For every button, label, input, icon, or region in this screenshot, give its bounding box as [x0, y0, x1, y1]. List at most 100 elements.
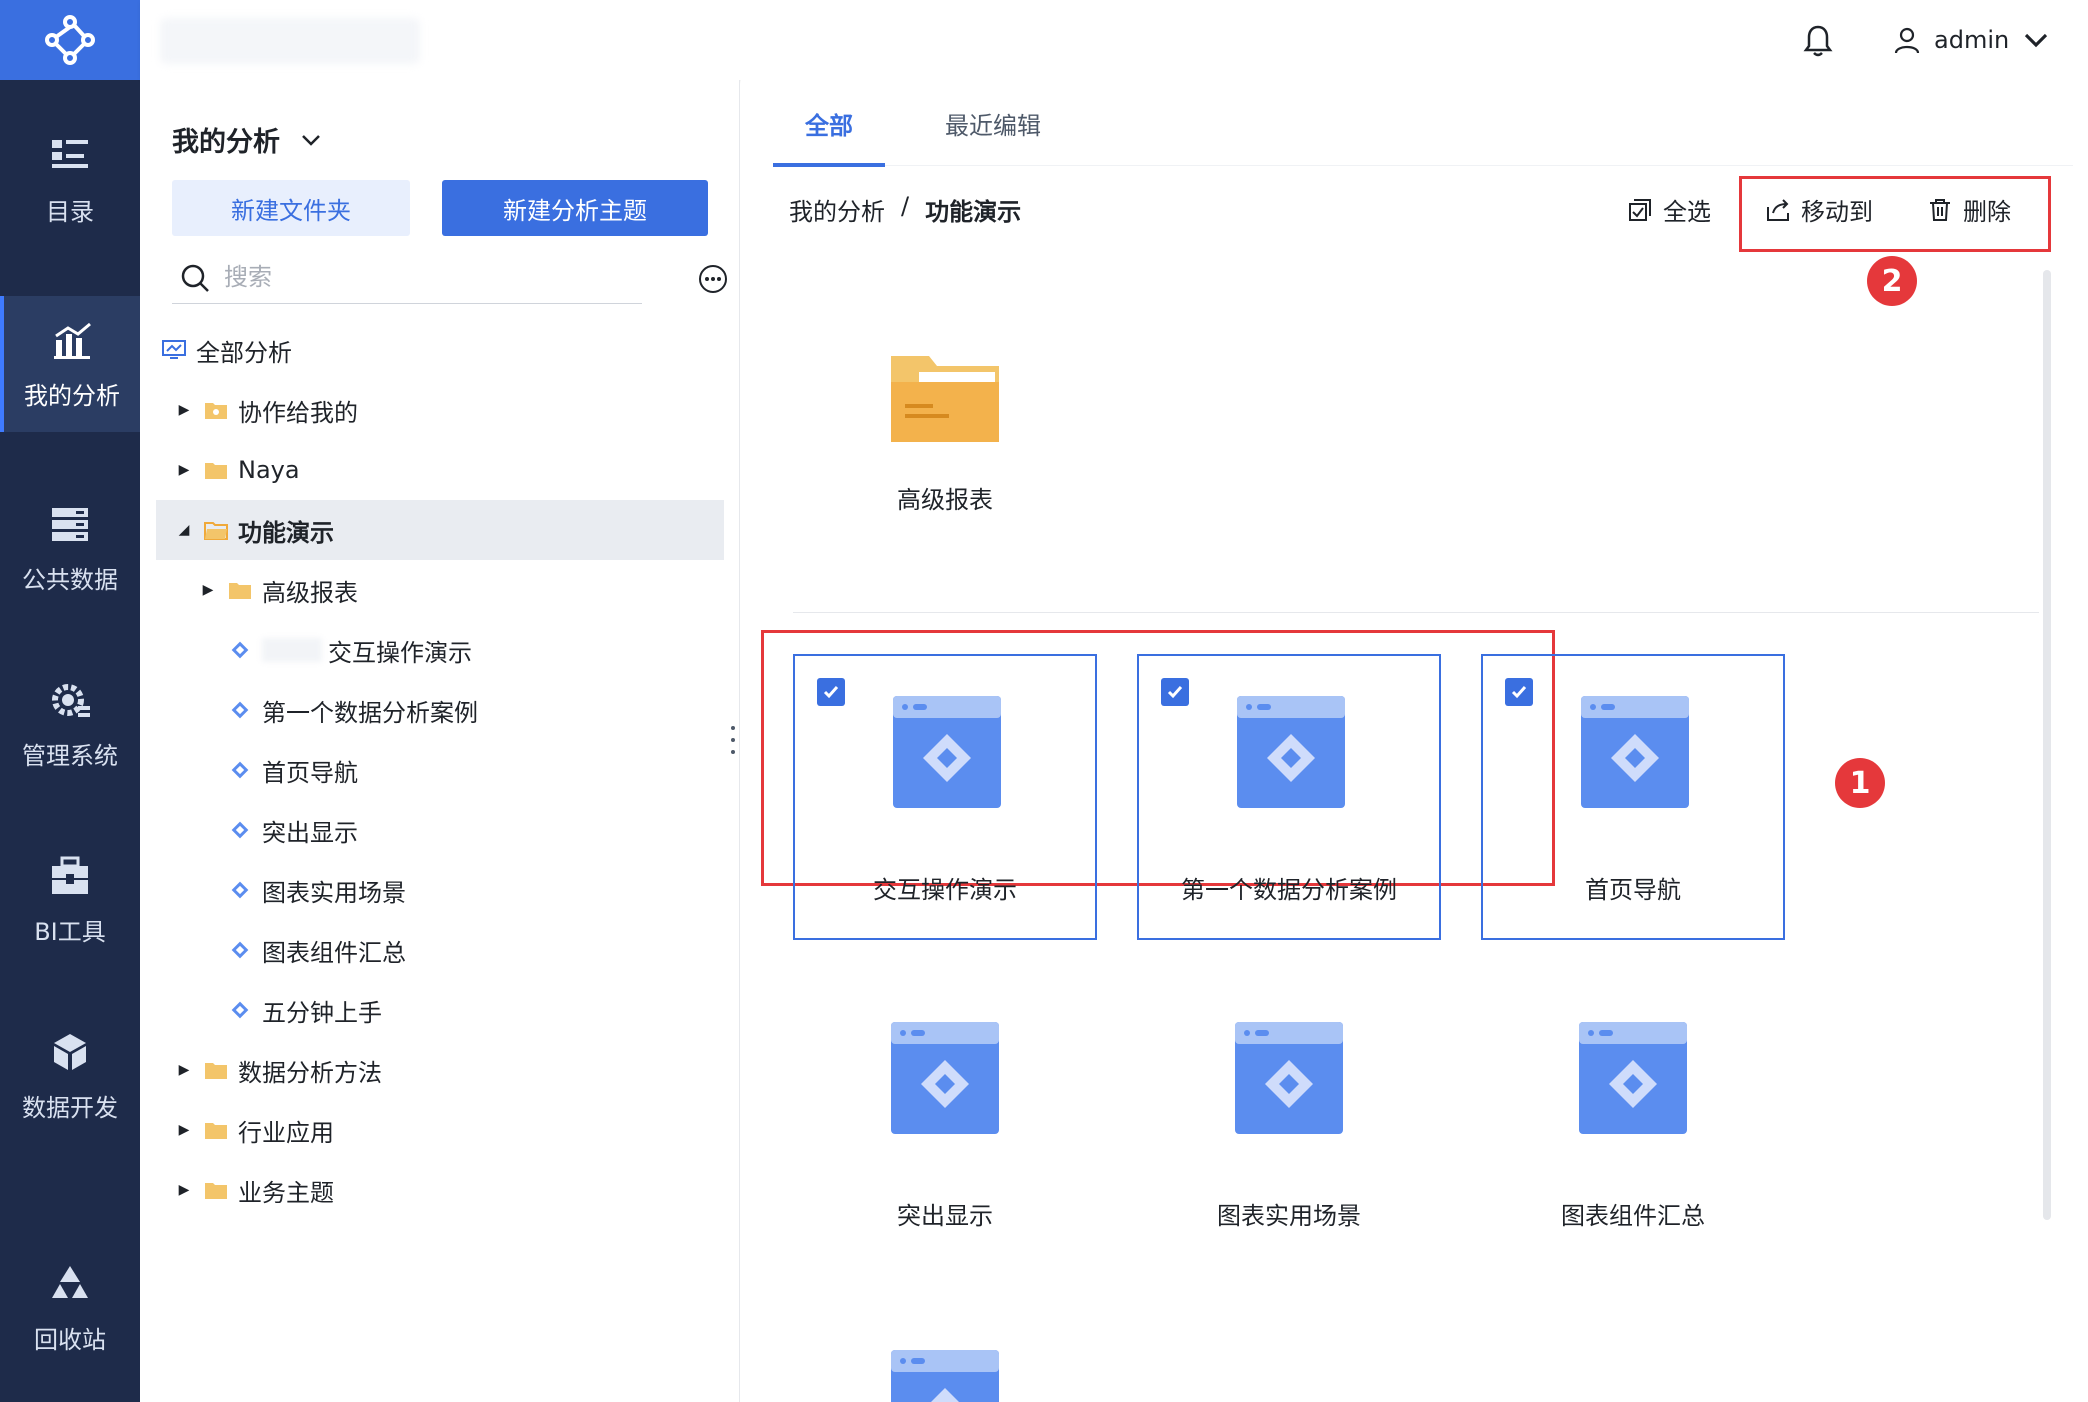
tab-recent[interactable]: 最近编辑: [923, 80, 1063, 166]
gear-icon: [52, 683, 90, 717]
main-nav: 目录 我的分析 公共数据 管理系统 BI工具 数据开发 回收站: [0, 0, 140, 1402]
select-all-label: 全选: [1663, 198, 1711, 226]
theme-card[interactable]: 第一个数据分析案例: [1137, 654, 1441, 940]
select-all-button[interactable]: 全选: [1627, 192, 1711, 227]
recycle-icon: [52, 1265, 88, 1298]
theme-icon: [1237, 696, 1345, 808]
tree-item-theme[interactable]: 五分钟上手: [156, 980, 724, 1040]
analysis-tree: 全部分析 ▶ 协作给我的 ▶ Naya ◢ 功能演示 ▶ 高级报表 交互操作演示…: [156, 320, 724, 1220]
more-options-icon[interactable]: [698, 264, 728, 294]
app-window: 目录 我的分析 公共数据 管理系统 BI工具 数据开发 回收站 admin 我的…: [0, 0, 2088, 1402]
expand-arrow-icon[interactable]: ▶: [172, 1062, 196, 1078]
theme-icon: [231, 881, 249, 899]
shared-folder-icon: [205, 403, 227, 419]
panel-title[interactable]: 我的分析: [172, 120, 322, 159]
logo-icon: [45, 15, 95, 65]
tree-item-folder[interactable]: ▶ 业务主题: [156, 1160, 724, 1220]
new-theme-button[interactable]: 新建分析主题: [442, 180, 708, 236]
nav-item-catalog[interactable]: 目录: [0, 112, 140, 248]
app-logo[interactable]: [0, 0, 140, 80]
user-name: admin: [1934, 26, 2010, 54]
nav-item-recycle-bin[interactable]: 回收站: [0, 1240, 140, 1376]
nav-item-data-dev[interactable]: 数据开发: [0, 1008, 140, 1144]
tab-label: 全部: [805, 111, 853, 140]
theme-card-partial[interactable]: [793, 1310, 1097, 1402]
theme-icon: [231, 821, 249, 839]
tree-item-folder[interactable]: ▶ 高级报表: [156, 560, 724, 620]
tree-item-label: 第一个数据分析案例: [262, 698, 478, 727]
folder-icon: [205, 1063, 227, 1079]
theme-card[interactable]: 突出显示: [793, 982, 1097, 1268]
tree-item-label: 图表实用场景: [262, 878, 406, 907]
card-checkbox[interactable]: [1505, 678, 1533, 706]
breadcrumb-root[interactable]: 我的分析: [789, 192, 885, 227]
top-header: admin: [140, 0, 2088, 80]
select-all-icon: [1629, 198, 1651, 221]
tree-item-label: 全部分析: [196, 338, 292, 367]
section-divider: [793, 612, 2039, 613]
tree-item-label: 交互操作演示: [328, 638, 472, 667]
theme-card[interactable]: 交互操作演示: [793, 654, 1097, 940]
tree-item-shared[interactable]: ▶ 协作给我的: [156, 380, 724, 440]
tree-item-all[interactable]: 全部分析: [156, 320, 724, 380]
theme-card[interactable]: 图表组件汇总: [1481, 982, 1785, 1268]
new-folder-button[interactable]: 新建文件夹: [172, 180, 410, 236]
breadcrumb-current: 功能演示: [925, 198, 1022, 226]
tree-item-label: 数据分析方法: [238, 1058, 382, 1087]
tree-item-folder[interactable]: ▶ 数据分析方法: [156, 1040, 724, 1100]
expand-arrow-icon[interactable]: ▶: [172, 462, 196, 478]
card-checkbox[interactable]: [817, 678, 845, 706]
redacted-text: [262, 638, 322, 662]
tab-all[interactable]: 全部: [773, 80, 885, 167]
theme-icon: [891, 1350, 999, 1402]
vertical-scrollbar[interactable]: [2043, 270, 2051, 1220]
card-checkbox[interactable]: [1161, 678, 1189, 706]
tree-item-theme[interactable]: 图表实用场景: [156, 860, 724, 920]
expand-arrow-icon[interactable]: ▶: [172, 1122, 196, 1138]
tree-item-folder-selected[interactable]: ◢ 功能演示: [156, 500, 724, 560]
theme-icon: [893, 696, 1001, 808]
tree-item-label: 行业应用: [238, 1118, 334, 1147]
theme-icon: [231, 941, 249, 959]
user-menu[interactable]: admin: [1892, 20, 2051, 60]
expand-arrow-icon[interactable]: ▶: [172, 402, 196, 418]
nav-item-label: 我的分析: [24, 381, 120, 410]
folder-icon: [205, 463, 227, 479]
chevron-down-icon: [2025, 33, 2048, 48]
nav-item-admin[interactable]: 管理系统: [0, 656, 140, 792]
analysis-icon: [54, 322, 91, 359]
tree-item-folder[interactable]: ▶ 行业应用: [156, 1100, 724, 1160]
expand-arrow-icon[interactable]: ▶: [196, 582, 220, 598]
search-icon: [181, 264, 209, 292]
tree-item-theme[interactable]: 突出显示: [156, 800, 724, 860]
card-label: 图表组件汇总: [1561, 1202, 1705, 1230]
nav-item-label: 目录: [46, 197, 94, 226]
theme-icon: [231, 641, 249, 659]
nav-item-label: BI工具: [34, 917, 106, 946]
chevron-down-icon: [302, 134, 320, 146]
tree-item-folder[interactable]: ▶ Naya: [156, 440, 724, 500]
folder-card[interactable]: 高级报表: [793, 302, 1097, 588]
expand-arrow-icon[interactable]: ▶: [172, 1182, 196, 1198]
panel-title-text: 我的分析: [172, 127, 280, 158]
card-label: 图表实用场景: [1217, 1202, 1361, 1230]
tree-item-theme[interactable]: 交互操作演示: [156, 620, 724, 680]
tree-item-theme[interactable]: 首页导航: [156, 740, 724, 800]
theme-icon: [1579, 1022, 1687, 1134]
tree-item-theme[interactable]: 第一个数据分析案例: [156, 680, 724, 740]
search-input[interactable]: [224, 263, 604, 292]
tree-item-theme[interactable]: 图表组件汇总: [156, 920, 724, 980]
theme-card[interactable]: 图表实用场景: [1137, 982, 1441, 1268]
tree-item-label: 突出显示: [262, 818, 358, 847]
nav-item-bi-tools[interactable]: BI工具: [0, 832, 140, 968]
folder-open-icon: [204, 522, 228, 540]
tree-item-label: 首页导航: [262, 758, 358, 787]
nav-item-public-data[interactable]: 公共数据: [0, 480, 140, 616]
nav-item-my-analysis[interactable]: 我的分析: [0, 296, 140, 432]
tree-item-label: Naya: [238, 456, 300, 484]
theme-icon: [891, 1022, 999, 1134]
collapse-arrow-icon[interactable]: ◢: [172, 522, 196, 538]
bell-icon[interactable]: [1800, 22, 1836, 58]
header-placeholder: [160, 18, 420, 64]
theme-card[interactable]: 首页导航: [1481, 654, 1785, 940]
